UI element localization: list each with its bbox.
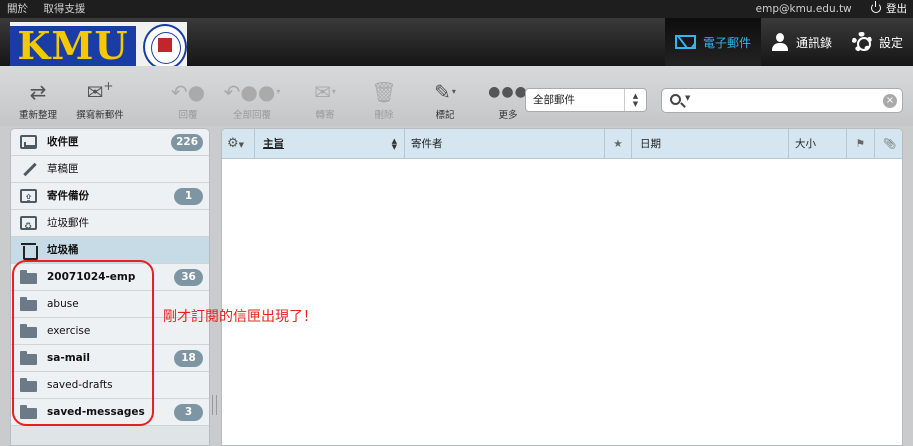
compose-label: 撰寫新郵件 xyxy=(76,110,124,121)
marker-icon: ✎ ▾ xyxy=(434,80,456,104)
mark-button[interactable]: ✎ ▾ 標記 xyxy=(423,80,467,121)
message-list: ⚙▼ 主旨 ▲ ▼ 寄件者 ★ 日期 大小 ⚑ 📎︎ xyxy=(221,128,903,446)
nav-tab-mail[interactable]: 電子郵件 xyxy=(664,18,761,66)
logo-text: KMU xyxy=(10,26,136,66)
logout-label: 登出 xyxy=(886,3,907,15)
mail-icon xyxy=(674,35,696,49)
reply-label: 回覆 xyxy=(178,110,198,121)
annotation-text: 剛才訂閱的信匣出現了！ xyxy=(163,309,317,325)
folder-item-junk[interactable]: 垃圾郵件 xyxy=(11,210,209,240)
header: KMU 電子郵件 通訊錄 設定 xyxy=(0,18,913,72)
nav-tab-settings[interactable]: 設定 xyxy=(842,18,913,66)
column-flag-star[interactable]: ★ xyxy=(605,129,632,159)
forward-button[interactable]: ✉ ▾ 轉寄 xyxy=(300,80,350,121)
folder-label: 垃圾桶 xyxy=(47,244,79,256)
column-label: 日期 xyxy=(640,138,661,150)
unread-count-badge: 226 xyxy=(171,134,203,151)
select-arrows-icon: ▲ ▼ xyxy=(624,89,646,111)
folder-label: 垃圾郵件 xyxy=(47,217,89,229)
kmu-logo[interactable]: KMU xyxy=(10,22,187,72)
refresh-button[interactable]: ⇄ 重新整理 xyxy=(16,80,60,121)
gear-icon: ⚙ xyxy=(227,136,239,151)
more-dots-icon: ●●● xyxy=(488,84,528,100)
support-link[interactable]: 取得支援 xyxy=(43,3,85,15)
power-icon xyxy=(871,1,881,13)
about-link[interactable]: 關於 xyxy=(7,3,28,15)
refresh-icon: ⇄ xyxy=(29,80,47,104)
trash-icon xyxy=(20,243,38,260)
folder-filter-value: 全部郵件 xyxy=(533,94,575,106)
folder-item-sent[interactable]: 寄件備份 1 xyxy=(11,183,209,212)
unread-count-badge: 18 xyxy=(174,350,203,367)
pencil-icon xyxy=(20,162,37,176)
column-label: 寄件者 xyxy=(411,138,443,150)
clear-search-icon[interactable]: × xyxy=(883,94,897,108)
star-icon: ★ xyxy=(613,138,623,150)
folder-item-inbox[interactable]: 收件匣 226 xyxy=(11,129,209,156)
paperclip-icon: 📎︎ xyxy=(882,138,897,150)
search-input[interactable]: ▼ × xyxy=(661,88,903,113)
reply-button[interactable]: ↶● 回覆 xyxy=(168,80,208,121)
user-email: emp@kmu.edu.tw xyxy=(755,3,852,15)
column-size[interactable]: 大小 xyxy=(789,129,847,159)
unread-count-badge: 3 xyxy=(174,404,203,421)
reply-all-label: 全部回覆 xyxy=(232,110,271,121)
nav-tab-label: 電子郵件 xyxy=(702,35,751,50)
delete-label: 刪除 xyxy=(374,110,394,121)
trash-icon: 🗑︎ xyxy=(371,80,397,104)
flag-icon: ⚑ xyxy=(855,138,866,150)
column-subject[interactable]: 主旨 ▲ ▼ xyxy=(255,129,405,159)
junk-icon xyxy=(20,214,37,240)
folder-label: 寄件備份 xyxy=(47,190,89,202)
search-icon[interactable] xyxy=(670,94,681,105)
list-options-button[interactable]: ⚙▼ xyxy=(222,129,255,159)
top-bar: 關於 取得支援 emp@kmu.edu.tw 登出 xyxy=(0,0,913,18)
refresh-label: 重新整理 xyxy=(18,110,57,121)
annotation-highlight xyxy=(12,260,154,426)
nav-tab-label: 設定 xyxy=(878,35,903,50)
main-nav: 電子郵件 通訊錄 設定 xyxy=(664,18,913,66)
compose-mail-icon: ✉ + xyxy=(86,79,114,104)
gear-icon xyxy=(851,32,872,52)
unread-count-badge: 36 xyxy=(174,269,203,286)
forward-icon: ✉ ▾ xyxy=(314,80,336,104)
column-label: 主旨 xyxy=(263,138,284,150)
sort-arrows-icon: ▲ ▼ xyxy=(391,137,397,151)
column-date[interactable]: 日期 xyxy=(632,129,789,159)
unread-count-badge: 1 xyxy=(174,188,203,205)
reply-all-icon: ↶●● ▾ xyxy=(223,80,281,104)
forward-label: 轉寄 xyxy=(315,110,335,121)
compose-button[interactable]: ✉ + 撰寫新郵件 xyxy=(72,79,128,121)
university-seal-icon xyxy=(143,24,187,70)
column-label: 大小 xyxy=(795,138,816,150)
person-icon xyxy=(771,33,789,51)
logout-button[interactable]: 登出 xyxy=(871,1,907,15)
message-list-header: ⚙▼ 主旨 ▲ ▼ 寄件者 ★ 日期 大小 ⚑ 📎︎ xyxy=(222,129,902,159)
pane-resize-handle[interactable] xyxy=(212,395,217,415)
inbox-icon xyxy=(20,135,37,149)
nav-tab-contacts[interactable]: 通訊錄 xyxy=(761,18,842,66)
nav-tab-label: 通訊錄 xyxy=(795,35,832,50)
chevron-down-icon: ▼ xyxy=(238,141,245,149)
sent-icon xyxy=(20,186,37,212)
more-label: 更多 xyxy=(498,110,518,121)
folder-filter-select[interactable]: 全部郵件 ▲ ▼ xyxy=(525,88,647,112)
column-flag[interactable]: ⚑ xyxy=(847,129,875,159)
more-button[interactable]: ●●● 更多 xyxy=(488,80,528,121)
column-from[interactable]: 寄件者 xyxy=(405,129,605,159)
folder-label: 收件匣 xyxy=(47,136,79,148)
folder-item-drafts[interactable]: 草稿匣 xyxy=(11,156,209,183)
mark-label: 標記 xyxy=(435,110,455,121)
reply-all-button[interactable]: ↶●● ▾ 全部回覆 xyxy=(222,80,282,121)
reply-icon: ↶● xyxy=(170,80,206,104)
column-attachment[interactable]: 📎︎ xyxy=(875,129,902,159)
search-options-chevron-icon[interactable]: ▼ xyxy=(685,94,690,102)
delete-button[interactable]: 🗑︎ 刪除 xyxy=(364,80,404,121)
folder-label: 草稿匣 xyxy=(47,163,79,175)
